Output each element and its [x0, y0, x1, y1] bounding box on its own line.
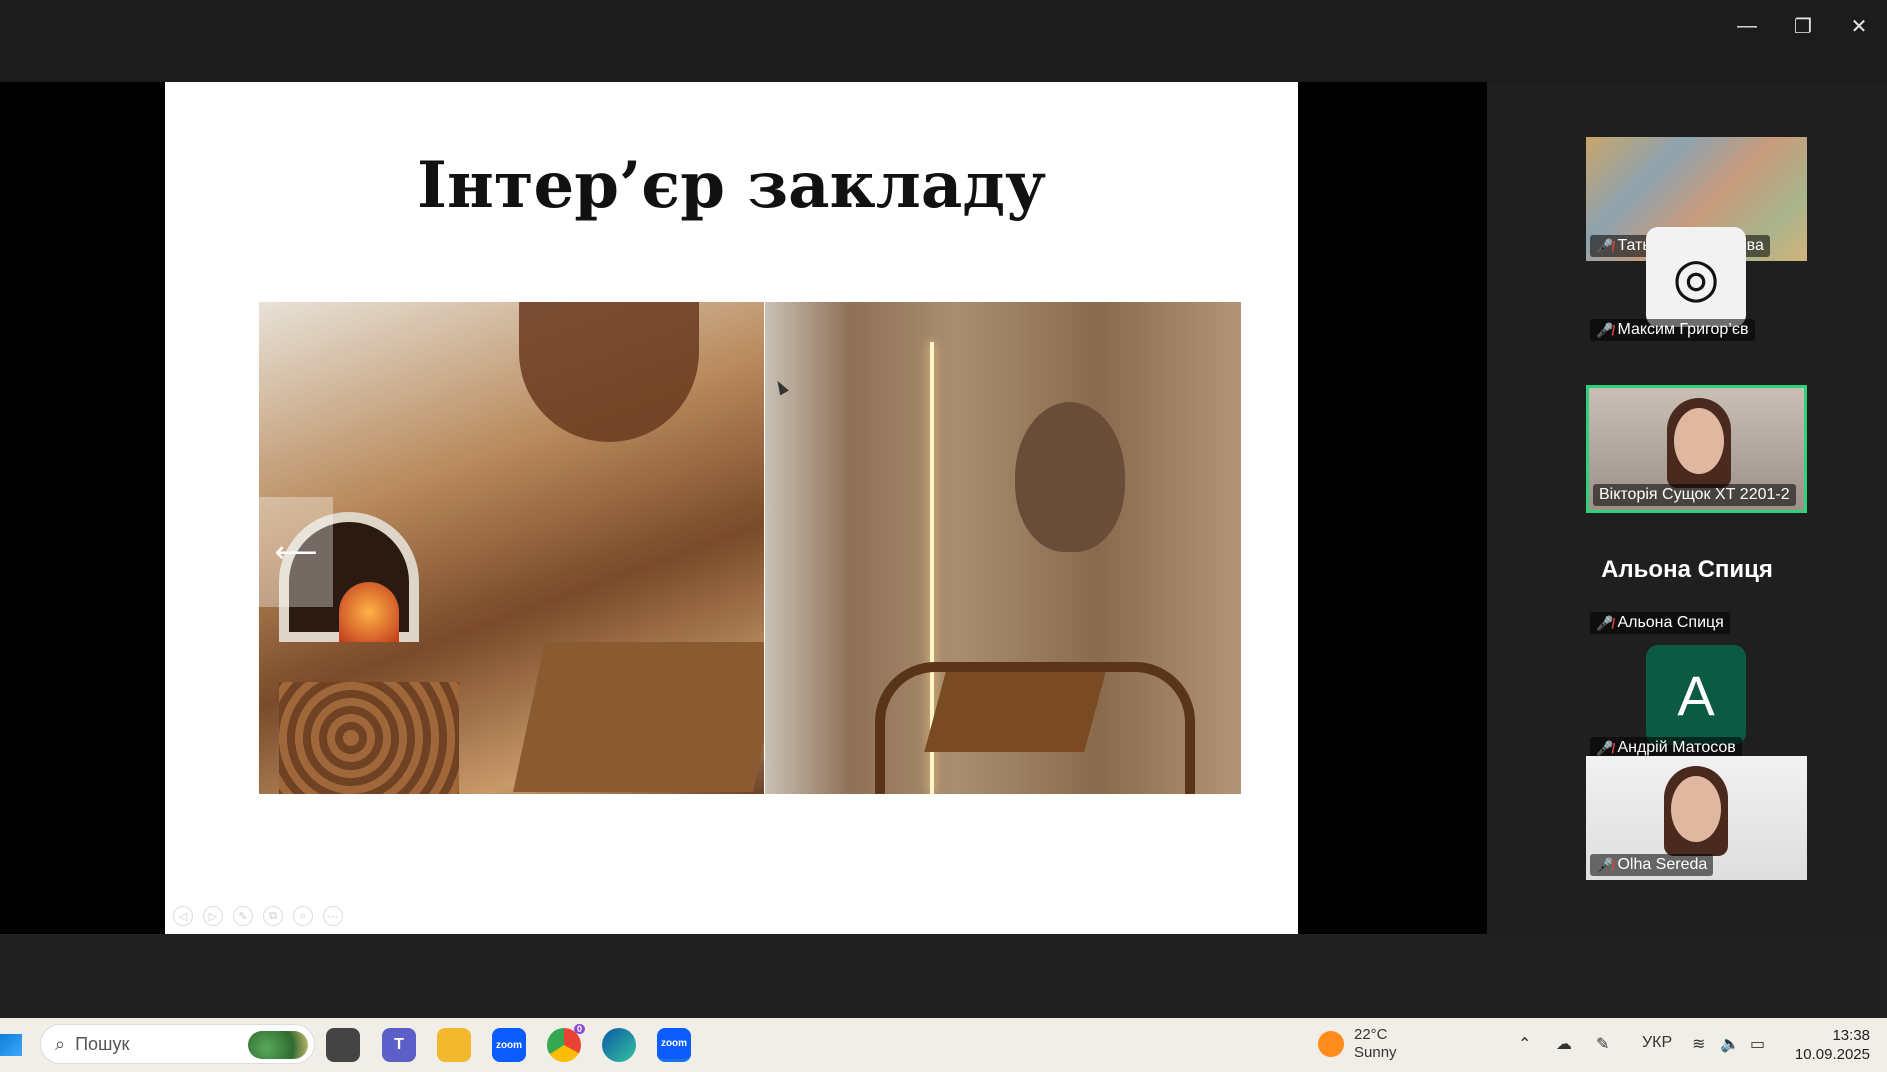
- participant-big-name: Альона Спиця: [1601, 556, 1773, 583]
- chevron-up-icon[interactable]: ⌃: [1518, 1034, 1531, 1054]
- participant-tile[interactable]: ◎ 🎤̸ Максим Григор’єв: [1586, 227, 1807, 345]
- slides-icon[interactable]: ⧉: [263, 906, 283, 926]
- weather-widget[interactable]: 22°C Sunny: [1318, 1026, 1397, 1062]
- task-view-icon[interactable]: [326, 1028, 360, 1062]
- participant-name-tag: 🎤̸ Olha Sereda: [1590, 854, 1714, 876]
- wifi-icon[interactable]: ≋: [1692, 1034, 1705, 1054]
- weather-condition: Sunny: [1354, 1044, 1397, 1061]
- participant-name-tag: 🎤̸ Альона Спиця: [1590, 612, 1730, 634]
- file-explorer-icon[interactable]: [437, 1028, 471, 1062]
- language-indicator[interactable]: УКР: [1642, 1034, 1672, 1052]
- firewood-stack: [279, 682, 459, 794]
- windows-taskbar: ⌕ Пошук T zoom 0 zoom 22°C Sunny ⌃ ☁ ✎ У…: [0, 1018, 1887, 1072]
- previous-slide-arrow-icon[interactable]: ⟵: [259, 497, 333, 607]
- participant-name-tag: Вікторія Сущок ХТ 2201-2: [1593, 484, 1796, 506]
- clock-time: 13:38: [1832, 1027, 1870, 1044]
- wooden-counter: [513, 642, 764, 792]
- zoom-active-icon[interactable]: zoom: [657, 1028, 691, 1062]
- dining-interior-image: [765, 302, 1241, 794]
- pen-tray-icon[interactable]: ✎: [1596, 1034, 1609, 1054]
- next-icon[interactable]: ▷: [203, 906, 223, 926]
- mic-off-icon: 🎤̸: [1596, 321, 1614, 338]
- prev-icon[interactable]: ◁: [173, 906, 193, 926]
- chrome-icon[interactable]: 0: [547, 1024, 585, 1062]
- presentation-slide: Інтер’єр закладу ⟵ ◁ ▷ ✎ ⧉ ⌕ ⋯: [165, 82, 1298, 934]
- oven-fire: [339, 582, 399, 642]
- title-bar: — ❐ ✕: [0, 0, 1887, 82]
- participants-gallery: 🎤̸ Татьяна Маренкова ◎ 🎤̸ Максим Григор’…: [1487, 82, 1887, 934]
- close-icon[interactable]: ✕: [1834, 8, 1884, 44]
- participant-tile-active-speaker[interactable]: Вікторія Сущок ХТ 2201-2: [1586, 385, 1807, 513]
- taskbar-clock[interactable]: 13:38 10.09.2025: [1790, 1026, 1870, 1064]
- wall-face-sculpture: [1015, 402, 1125, 552]
- clock-date: 10.09.2025: [1794, 1046, 1870, 1063]
- shared-screen: Інтер’єр закладу ⟵ ◁ ▷ ✎ ⧉ ⌕ ⋯: [0, 82, 1487, 934]
- sun-icon: [1318, 1031, 1344, 1057]
- volume-icon[interactable]: 🔈: [1720, 1034, 1740, 1054]
- dining-table: [924, 672, 1106, 752]
- participant-name: Андрій Матосов: [1617, 739, 1736, 756]
- search-highlight-icon: [248, 1031, 308, 1059]
- profile-logo-icon: ◎: [1646, 227, 1746, 327]
- weather-temp: 22°C: [1354, 1026, 1388, 1043]
- zoom-icon[interactable]: ⌕: [293, 906, 313, 926]
- edge-icon[interactable]: [602, 1028, 636, 1062]
- restore-icon[interactable]: ❐: [1778, 8, 1828, 44]
- chimney-hood: [519, 302, 699, 442]
- pen-icon[interactable]: ✎: [233, 906, 253, 926]
- participant-tile[interactable]: 🎤̸ Альона Спиця: [1586, 602, 1807, 636]
- participant-face: [1674, 408, 1724, 474]
- participant-face: [1671, 776, 1721, 842]
- mic-off-icon: 🎤̸: [1596, 614, 1614, 631]
- taskbar-search[interactable]: ⌕ Пошук: [40, 1024, 315, 1064]
- minimize-icon[interactable]: —: [1722, 8, 1772, 44]
- zoom-window: — ❐ ✕ Інтер’єр закладу ⟵ ◁ ▷ ✎ ⧉ ⌕ ⋯ 🎤̸ …: [0, 0, 1887, 1018]
- slide-title: Інтер’єр закладу: [417, 148, 1046, 223]
- zoom-icon[interactable]: zoom: [492, 1028, 526, 1062]
- participant-name: Вікторія Сущок ХТ 2201-2: [1599, 486, 1790, 503]
- mic-off-icon: 🎤̸: [1596, 739, 1614, 756]
- participant-name-tag: 🎤̸ Максим Григор’єв: [1590, 319, 1755, 341]
- windows-start-icon[interactable]: [0, 1034, 22, 1056]
- participant-tile[interactable]: A 🎤̸ Андрій Матосов: [1586, 645, 1807, 763]
- teams-icon[interactable]: T: [382, 1028, 416, 1062]
- more-icon[interactable]: ⋯: [323, 906, 343, 926]
- search-icon: ⌕: [55, 1033, 66, 1054]
- participant-name: Olha Sereda: [1617, 856, 1708, 873]
- battery-icon[interactable]: ▭: [1750, 1034, 1765, 1054]
- participant-name: Максим Григор’єв: [1617, 321, 1749, 338]
- mic-off-icon: 🎤̸: [1596, 856, 1614, 873]
- slide-toolbar: ◁ ▷ ✎ ⧉ ⌕ ⋯: [173, 906, 343, 926]
- avatar: A: [1646, 645, 1746, 745]
- search-placeholder: Пошук: [75, 1033, 130, 1054]
- participant-tile[interactable]: 🎤̸ Olha Sereda: [1586, 756, 1807, 880]
- onedrive-icon[interactable]: ☁: [1556, 1034, 1572, 1054]
- kitchen-interior-image: [259, 302, 764, 794]
- participant-name: Альона Спиця: [1617, 614, 1724, 631]
- chrome-badge: 0: [573, 1024, 585, 1034]
